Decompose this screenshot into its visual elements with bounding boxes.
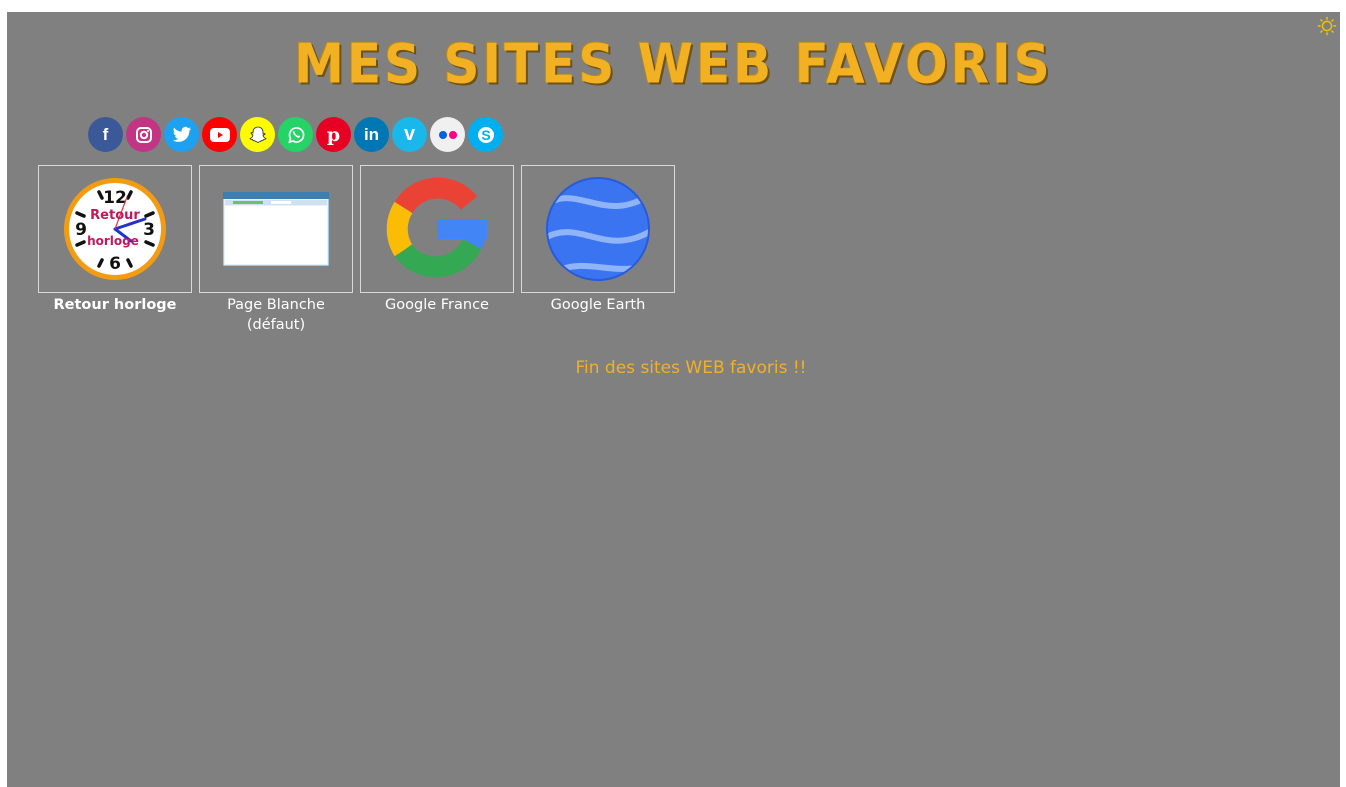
tile-label: Page Blanche (défaut) <box>227 297 325 333</box>
twitter-icon[interactable] <box>164 117 199 152</box>
page-frame: MES SITES WEB FAVORIS f p in v S 12 3 6 … <box>7 12 1340 787</box>
tile-label: Google Earth <box>550 297 646 313</box>
youtube-icon[interactable] <box>202 117 237 152</box>
clock-label-horloge: horloge <box>87 234 139 248</box>
linkedin-glyph: in <box>363 124 380 144</box>
pinterest-icon[interactable]: p <box>316 117 351 152</box>
vimeo-icon[interactable]: v <box>392 117 427 152</box>
social-links: f p in v S <box>88 117 503 152</box>
tile-label: Google France <box>385 297 489 313</box>
blank-page-icon <box>223 192 329 266</box>
linkedin-icon[interactable]: in <box>354 117 389 152</box>
pinterest-glyph: p <box>326 123 341 146</box>
skype-glyph: S <box>481 127 490 143</box>
vimeo-glyph: v <box>403 123 416 145</box>
page-title: MES SITES WEB FAVORIS <box>294 32 1053 96</box>
instagram-icon[interactable] <box>126 117 161 152</box>
google-logo-icon <box>386 177 488 278</box>
tile-image-box <box>199 165 353 293</box>
facebook-glyph: f <box>102 124 109 144</box>
favorites-grid: 12 3 6 9 Retour horloge Retour horloge P… <box>38 165 675 335</box>
clock-label-retour: Retour <box>90 208 140 223</box>
tile-page-blanche[interactable]: Page Blanche (défaut) <box>199 165 353 335</box>
clock-number-3: 3 <box>143 220 155 240</box>
tile-image-box <box>521 165 675 293</box>
end-of-favorites-message: Fin des sites WEB favoris !! <box>575 358 807 378</box>
tile-image-box: 12 3 6 9 Retour horloge <box>38 165 192 293</box>
tile-label: Retour horloge <box>53 297 177 313</box>
facebook-icon[interactable]: f <box>88 117 123 152</box>
tile-retour-horloge[interactable]: 12 3 6 9 Retour horloge Retour horloge <box>38 165 192 335</box>
tile-google-earth[interactable]: Google Earth <box>521 165 675 335</box>
whatsapp-icon[interactable] <box>278 117 313 152</box>
skype-icon[interactable]: S <box>468 117 503 152</box>
clock-number-12: 12 <box>103 188 127 208</box>
snapchat-icon[interactable] <box>240 117 275 152</box>
google-earth-icon <box>546 177 650 281</box>
tile-google-france[interactable]: Google France <box>360 165 514 335</box>
clock-number-6: 6 <box>109 254 121 274</box>
flickr-icon[interactable] <box>430 117 465 152</box>
clock-number-9: 9 <box>75 220 87 240</box>
tile-image-box <box>360 165 514 293</box>
clock-icon: 12 3 6 9 Retour horloge <box>64 178 166 280</box>
